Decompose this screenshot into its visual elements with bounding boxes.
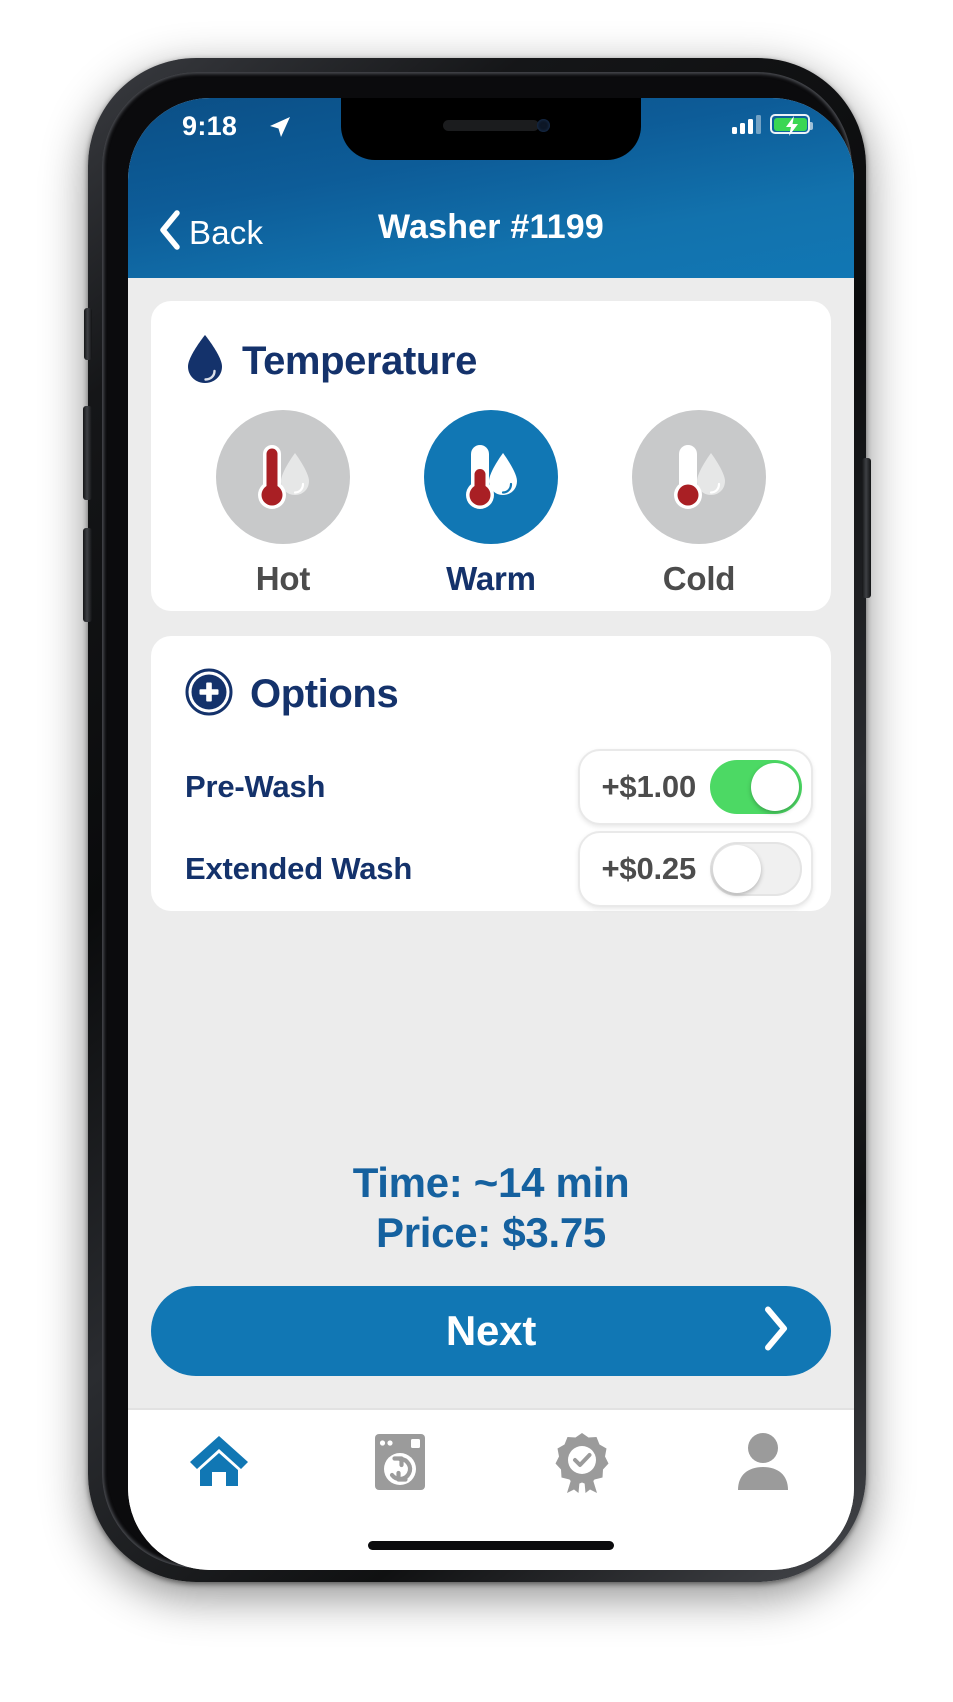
temperature-option-warm-circle: [424, 410, 558, 544]
power-button[interactable]: [862, 458, 871, 598]
volume-up-button[interactable]: [83, 406, 92, 500]
front-camera: [537, 119, 550, 132]
temperature-option-warm[interactable]: Warm: [396, 410, 586, 598]
person-icon: [735, 1432, 791, 1497]
home-icon: [188, 1432, 250, 1495]
toggle-switch-extended-wash[interactable]: [710, 842, 802, 896]
phone-screen: Back Washer #1199 9:18 Temperature Hot W…: [128, 98, 854, 1570]
status-time: 9:18: [182, 111, 238, 141]
option-toggle-extended-wash[interactable]: +$0.25: [577, 831, 813, 907]
temperature-card: Temperature Hot Warm Cold: [151, 301, 831, 611]
next-button-label: Next: [445, 1307, 537, 1354]
temperature-option-cold-label: Cold: [662, 560, 736, 597]
battery-charging-icon: [770, 114, 813, 136]
toggle-knob-pre-wash: [751, 763, 799, 811]
option-row-extended-wash: Extended Wash +$0.25: [151, 828, 831, 910]
thermometer-hot-icon: [237, 429, 329, 526]
phone-bezel: Back Washer #1199 9:18 Temperature Hot W…: [102, 72, 854, 1570]
cellular-signal-icon: [732, 114, 761, 134]
summary-price: Price: $3.75: [376, 1209, 606, 1257]
toggle-switch-pre-wash[interactable]: [710, 760, 802, 814]
main-content: Temperature Hot Warm Cold Options Pre-Wa…: [128, 278, 854, 1408]
tab-account[interactable]: [703, 1432, 823, 1497]
mute-switch[interactable]: [84, 308, 92, 360]
option-row-pre-wash: Pre-Wash +$1.00: [151, 746, 831, 828]
options-title: Options: [250, 672, 399, 716]
temperature-options: Hot Warm Cold: [151, 390, 831, 598]
tab-machines[interactable]: [340, 1432, 460, 1497]
volume-down-button[interactable]: [83, 528, 92, 622]
option-price-extended-wash: +$0.25: [601, 851, 697, 886]
temperature-option-cold[interactable]: Cold: [604, 410, 794, 598]
washer-icon: [373, 1432, 427, 1497]
status-indicators: [732, 114, 813, 136]
thermometer-cold-icon: [653, 429, 745, 526]
tab-home[interactable]: [159, 1432, 279, 1495]
award-icon: [553, 1432, 611, 1499]
plus-circle-icon: [185, 668, 233, 721]
toggle-knob-extended-wash: [713, 845, 761, 893]
earpiece-speaker: [443, 120, 539, 131]
thermometer-warm-icon: [445, 429, 537, 526]
order-summary: Time: ~14 min Price: $3.75: [128, 1158, 854, 1259]
temperature-option-hot[interactable]: Hot: [188, 410, 378, 598]
temperature-title: Temperature: [242, 339, 477, 383]
temperature-option-hot-label: Hot: [255, 560, 311, 597]
temperature-option-hot-circle: [216, 410, 350, 544]
page-title: Washer #1199: [377, 208, 605, 246]
options-card: Options Pre-Wash +$1.00 Extended Wash +$…: [151, 636, 831, 911]
temperature-option-warm-label: Warm: [446, 560, 536, 597]
phone-frame: Back Washer #1199 9:18 Temperature Hot W…: [83, 58, 871, 1582]
tab-rewards[interactable]: [522, 1432, 642, 1499]
home-indicator[interactable]: [368, 1541, 614, 1550]
location-arrow-icon: [268, 115, 292, 144]
option-label-pre-wash: Pre-Wash: [185, 769, 326, 804]
next-button[interactable]: Next: [151, 1286, 831, 1376]
option-price-pre-wash: +$1.00: [601, 769, 697, 804]
temperature-card-header: Temperature: [151, 301, 831, 390]
temperature-option-cold-circle: [632, 410, 766, 544]
notch: [341, 98, 641, 160]
water-drop-icon: [185, 333, 225, 390]
options-card-header: Options: [151, 636, 831, 721]
option-toggle-pre-wash[interactable]: +$1.00: [577, 749, 813, 825]
chevron-right-icon: [761, 1305, 791, 1358]
option-label-extended-wash: Extended Wash: [185, 851, 413, 886]
summary-time: Time: ~14 min: [352, 1159, 630, 1206]
